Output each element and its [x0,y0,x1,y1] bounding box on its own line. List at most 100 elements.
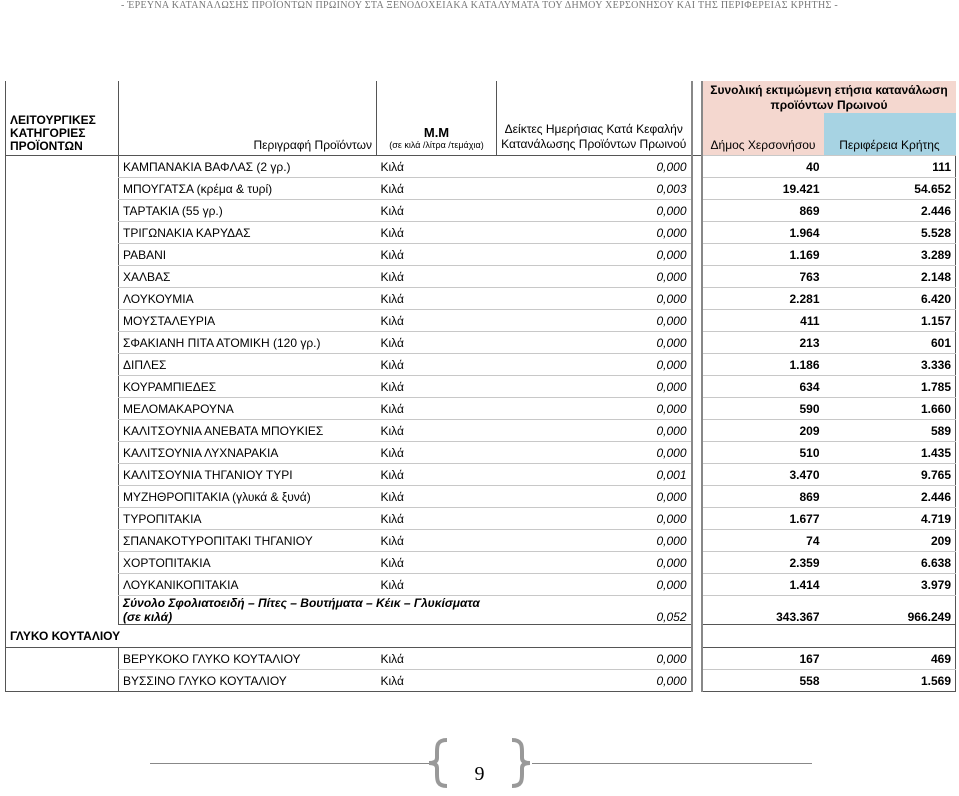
row-unit: Κιλά [376,287,497,310]
row-unit: Κιλά [376,177,497,200]
row-gap [692,332,702,354]
row-unit: Κιλά [376,485,497,508]
row-municipality-value: 510 [700,441,824,464]
row-index: 0,003 [496,177,693,200]
row-gap [692,288,702,310]
row-region-value: 6.638 [823,551,956,574]
row-gap [692,648,702,670]
row-municipality-value: 40 [700,155,824,178]
header-category: ΛΕΙΤΟΥΡΓΙΚΕΣ ΚΑΤΗΓΟΡΙΕΣ ΠΡΟΪΟΝΤΩΝ [5,81,119,156]
table-row: ΚΟΥΡΑΜΠΙΕΔΕΣ Κιλά 0,000 634 1.785 [6,375,956,398]
row-index: 0,000 [496,485,693,508]
row-index: 0,000 [496,199,693,222]
row-unit: Κιλά [376,375,497,398]
row-region-value: 111 [823,155,956,178]
table-row: ΤΑΡΤΑΚΙΑ (55 γρ.) Κιλά 0,000 869 2.446 [6,199,956,222]
row-gap [692,244,702,266]
row-description: ΛΟΥΚΑΝΙΚΟΠΙΤΑΚΙΑ [118,573,377,596]
row-unit: Κιλά [376,419,497,442]
row-gap [692,266,702,288]
row-municipality-value: 74 [700,529,824,552]
row-description: ΧΟΡΤΟΠΙΤΑΚΙΑ [118,551,377,574]
row-region-value: 601 [823,331,956,354]
table-row: ΧΟΡΤΟΠΙΤΑΚΙΑ Κιλά 0,000 2.359 6.638 [6,551,956,574]
row-unit: Κιλά [376,155,497,178]
row-gap [692,508,702,530]
row-index: 0,000 [496,287,693,310]
row-unit: Κιλά [376,551,497,574]
header-municipality: Δήμος Χερσονήσου [700,113,824,156]
row-region-value: 209 [823,529,956,552]
row-index: 0,000 [496,331,693,354]
row-index: 0,000 [496,573,693,596]
row-gap [692,200,702,222]
row-municipality-value: 3.470 [700,463,824,486]
row-index: 0,000 [496,507,693,530]
table-row: ΚΑΛΙΤΣΟΥΝΙΑ ΤΗΓΑΝΙΟΥ ΤΥΡΙ Κιλά 0,001 3.470 9… [6,463,956,486]
category-heading-row: ΓΛΥΚΟ ΚΟΥΤΑΛΙΟΥ [5,624,956,648]
table-row: ΚΑΛΙΤΣΟΥΝΙΑ ΑΝΕΒΑΤΑ ΜΠΟΥΚΙΕΣ Κιλά 0,000 209… [6,419,956,442]
row-region-value: 3.336 [823,353,956,376]
running-header: - ΈΡΕΥΝΑ ΚΑΤΑΝΑΛΩΣΗΣ ΠΡΟΪΟΝΤΩΝ ΠΡΩΙΝΟΥ Σ… [120,0,839,11]
subtotal-label: Σύνολο Σφολιατοειδή – Πίτες – Βουτήματα … [118,595,497,625]
row-unit: Κιλά [376,397,497,420]
table-row: ΤΡΙΓΩΝΑΚΙΑ ΚΑΡΥΔΑΣ Κιλά 0,000 1.964 5.528 [6,221,956,244]
header-row-1: ΛΕΙΤΟΥΡΓΙΚΕΣ ΚΑΤΗΓΟΡΙΕΣ ΠΡΟΪΟΝΤΩΝ Περιγρ… [5,81,956,156]
row-description: ΤΥΡΟΠΙΤΑΚΙΑ [118,507,377,530]
row-gap [692,486,702,508]
table-row: ΜΥΖΗΘΡΟΠΙΤΑΚΙΑ (γλυκά & ξυνά) Κιλά 0,000 86… [6,485,956,508]
row-municipality-value: 763 [700,265,824,288]
row-index: 0,000 [496,265,693,288]
table-row: ΣΠΑΝΑΚΟΤΥΡΟΠΙΤΑΚΙ ΤΗΓΑΝΙΟΥ Κιλά 0,000 74 209 [6,529,956,552]
row-region-value: 1.435 [823,441,956,464]
row-index: 0,000 [496,647,693,670]
row-description: ΜΟΥΣΤΑΛΕΥΡΙΑ [118,309,377,332]
row-gap [692,442,702,464]
row-region-value: 6.420 [823,287,956,310]
row-index: 0,000 [496,419,693,442]
row-region-value: 1.569 [823,669,956,692]
table-row: ΚΑΛΙΤΣΟΥΝΙΑ ΛΥΧΝΑΡΑΚΙΑ Κιλά 0,000 510 1.435 [6,441,956,464]
row-unit: Κιλά [376,221,497,244]
row-municipality-value: 1.169 [700,243,824,266]
subtotal-municipality-value: 343.367 [700,595,824,625]
table-row: ΒΥΣΣΙΝΟ ΓΛΥΚΟ ΚΟΥΤΑΛΙΟΥ Κιλά 0,000 558 1.569 [6,669,956,692]
subtotal-index: 0,052 [496,595,693,625]
row-municipality-value: 869 [700,199,824,222]
row-description: ΤΡΙΓΩΝΑΚΙΑ ΚΑΡΥΔΑΣ [118,221,377,244]
table-row: ΜΠΟΥΓΑΤΣΑ (κρέμα & τυρί) Κιλά 0,003 19.421 5… [6,177,956,200]
row-index: 0,000 [496,529,693,552]
table-row: ΧΑΛΒΑΣ Κιλά 0,000 763 2.148 [6,265,956,288]
row-gap [692,552,702,574]
header-unit: Μ.Μ (σε κιλά /λίτρα /τεμάχια) [376,81,497,156]
row-gap [692,398,702,420]
row-index: 0,000 [496,155,693,178]
header-total: Συνολική εκτιμώμενη ετήσια κατανάλωση πρ… [700,81,956,113]
row-unit: Κιλά [376,463,497,486]
table-row: ΛΟΥΚΟΥΜΙΑ Κιλά 0,000 2.281 6.420 [6,287,956,310]
header-unit-main: Μ.Μ [423,125,450,140]
row-region-value: 2.148 [823,265,956,288]
row-index: 0,000 [496,397,693,420]
table-row: ΣΦΑΚΙΑΝΗ ΠΙΤΑ ΑΤΟΜΙΚΗ (120 γρ.) Κιλά 0,000… [6,331,956,354]
row-gap [692,222,702,244]
right-brace-icon [511,738,531,788]
row-description: ΜΥΖΗΘΡΟΠΙΤΑΚΙΑ (γλυκά & ξυνά) [118,485,377,508]
row-index: 0,000 [496,309,693,332]
row-description: ΜΕΛΟΜΑΚΑΡΟΥΝΑ [118,397,377,420]
row-region-value: 589 [823,419,956,442]
row-index: 0,000 [496,441,693,464]
table-row: ΡΑΒΑΝΙ Κιλά 0,000 1.169 3.289 [6,243,956,266]
row-description: ΔΙΠΛΕΣ [118,353,377,376]
row-municipality-value: 2.281 [700,287,824,310]
table-row: ΚΑΜΠΑΝΑΚΙΑ ΒΑΦΛΑΣ (2 γρ.) Κιλά 0,000 40 111 [5,155,956,625]
row-region-value: 2.446 [823,199,956,222]
row-gap [692,420,702,442]
row-description: ΒΕΡΥΚΟΚΟ ΓΛΥΚΟ ΚΟΥΤΑΛΙΟΥ [118,647,377,670]
empty-cell [823,624,956,648]
row-region-value: 3.979 [823,573,956,596]
row-region-value: 2.446 [823,485,956,508]
subtotal-row: Σύνολο Σφολιατοειδή – Πίτες – Βουτήματα … [6,595,956,625]
row-description: ΜΠΟΥΓΑΤΣΑ (κρέμα & τυρί) [118,177,377,200]
row-municipality-value: 167 [700,647,824,670]
